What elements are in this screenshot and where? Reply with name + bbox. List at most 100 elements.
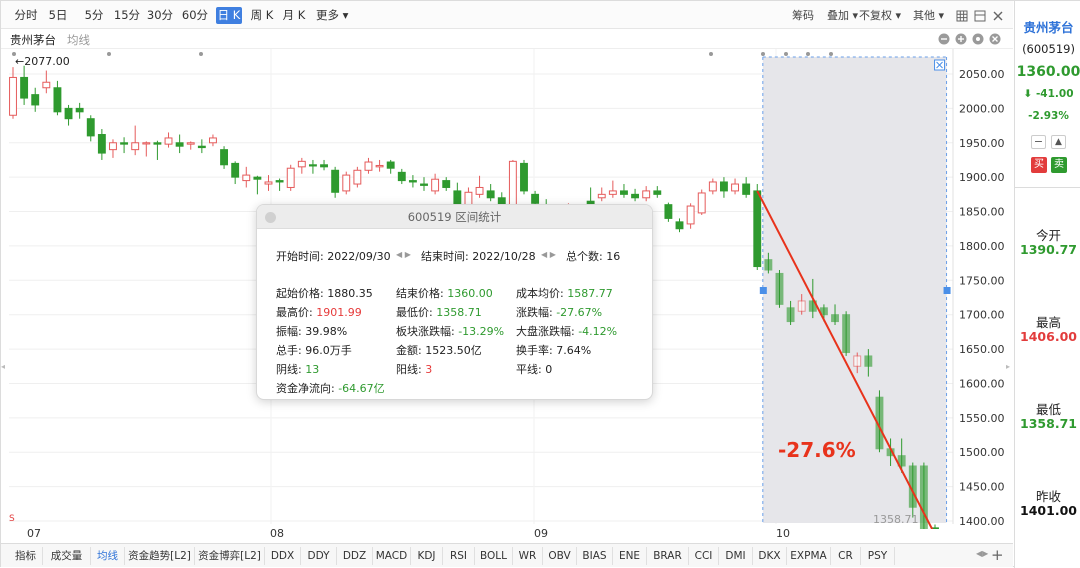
candle-74 — [831, 314, 839, 323]
period-tab-7[interactable]: 周 K — [249, 7, 275, 24]
stat-cell-0-1: 结束价格: 1360.00 — [396, 287, 493, 300]
candle-41 — [464, 191, 473, 206]
other-dropdown[interactable]: 其他 ▾ — [913, 7, 944, 23]
period-tab-1[interactable]: 5日 — [45, 7, 71, 24]
sell-button[interactable]: 卖 — [1051, 157, 1067, 173]
candle-56 — [631, 193, 640, 199]
indicator-tab-16[interactable]: BRAR — [647, 547, 689, 565]
candle-63 — [708, 181, 717, 192]
stat-cell-2-0: 振幅: 39.98% — [276, 325, 348, 338]
candle-62 — [697, 192, 706, 214]
drop-annotation: -27.6% — [778, 438, 856, 462]
candle-69 — [775, 272, 784, 305]
indicator-tab-11[interactable]: BOLL — [475, 547, 513, 565]
indicator-tab-14[interactable]: BIAS — [577, 547, 613, 565]
tab-scroll-icon[interactable]: ◀▶ — [976, 549, 988, 558]
zoom-out-button[interactable]: − — [1031, 135, 1046, 149]
y-tick-6: 1750.00 — [959, 274, 1005, 287]
stat-cell-3-0: 总手: 96.0万手 — [276, 344, 352, 357]
period-tab-8[interactable]: 月 K — [281, 7, 307, 24]
candle-66 — [742, 183, 751, 195]
indicator-tab-15[interactable]: ENE — [613, 547, 647, 565]
period-tab-3[interactable]: 15分 — [113, 7, 141, 24]
dialog-close-button[interactable] — [265, 212, 276, 223]
candle-22 — [253, 176, 262, 180]
candle-31 — [353, 169, 362, 185]
marker-dot-2 — [199, 52, 203, 56]
prev-close-value: 1401.00 — [1020, 503, 1077, 518]
end-stepper-icon[interactable]: ◀ ▶ — [541, 248, 556, 261]
period-tab-4[interactable]: 30分 — [146, 7, 174, 24]
candle-43 — [486, 190, 495, 199]
stat-cell-0-0: 起始价格: 1880.35 — [276, 287, 373, 300]
indicator-tab-10[interactable]: RSI — [443, 547, 475, 565]
stat-cell-1-2: 涨跌幅: -27.67% — [516, 306, 603, 319]
indicator-tab-17[interactable]: CCI — [689, 547, 719, 565]
start-stepper-icon[interactable]: ◀ ▶ — [396, 248, 411, 261]
period-tab-6[interactable]: 日 K — [216, 7, 242, 24]
candle-37 — [420, 183, 428, 186]
selection-close-icon[interactable] — [934, 59, 946, 71]
chips-button[interactable]: 筹码 — [792, 7, 814, 23]
add-indicator-icon[interactable]: + — [991, 546, 1004, 564]
candle-17 — [197, 145, 206, 149]
candle-3 — [42, 81, 51, 89]
bell-icon[interactable]: ▲ — [1051, 135, 1066, 149]
indicator-tab-13[interactable]: OBV — [543, 547, 577, 565]
candle-19 — [220, 149, 229, 166]
low-value: 1358.71 — [1020, 416, 1077, 431]
indicator-tab-18[interactable]: DMI — [719, 547, 753, 565]
y-tick-1: 2000.00 — [959, 102, 1005, 115]
candle-24 — [275, 180, 284, 183]
candle-7 — [86, 118, 95, 137]
quote-sidebar: 贵州茅台 (600519) 1360.00 ⬇ -41.00 -2.93% − … — [1014, 1, 1080, 568]
app-window: 分时 5日 5分 15分 30分 60分日 K 周 K 月 K 更多 ▾ 筹码 叠加 ▾ 不复权… — [0, 0, 1080, 568]
x-tick-1: 08 — [270, 527, 284, 540]
candle-70 — [786, 307, 795, 323]
period-tab-0[interactable]: 分时 — [11, 7, 41, 24]
indicator-tab-0[interactable]: 指标 — [9, 547, 43, 565]
scroll-right-icon: ▸ — [1006, 362, 1010, 371]
indicator-tab-7[interactable]: DDZ — [337, 547, 373, 565]
grid-icon[interactable] — [956, 10, 968, 22]
marker-dot-3 — [709, 52, 713, 56]
ma-indicator-label[interactable]: 均线 — [67, 32, 90, 48]
stat-cell-4-0: 阴线: 13 — [276, 363, 320, 376]
stat-cell-2-1: 板块涨跌幅: -13.29% — [396, 325, 505, 338]
candle-76 — [853, 355, 862, 367]
candle-45 — [508, 160, 517, 206]
adjust-dropdown[interactable]: 不复权 ▾ — [859, 7, 901, 23]
candle-58 — [653, 190, 662, 195]
candle-30 — [342, 174, 351, 192]
indicator-tab-5[interactable]: DDX — [265, 547, 301, 565]
indicator-tab-2[interactable]: 均线 — [91, 547, 125, 565]
candle-65 — [731, 183, 739, 192]
indicator-tab-19[interactable]: DKX — [753, 547, 787, 565]
indicator-tab-20[interactable]: EXPMA — [787, 547, 831, 565]
candle-55 — [620, 190, 628, 195]
indicator-tab-21[interactable]: CR — [831, 547, 861, 565]
period-tab-9[interactable]: 更多 ▾ — [316, 7, 348, 24]
indicator-tab-1[interactable]: 成交量 — [43, 547, 91, 565]
layout-icon[interactable] — [974, 10, 986, 22]
y-tick-12: 1450.00 — [959, 481, 1005, 494]
stat-cell-3-2: 换手率: 7.64% — [516, 344, 592, 357]
indicator-tab-4[interactable]: 资金博弈[L2] — [195, 547, 265, 565]
indicator-tab-8[interactable]: MACD — [373, 547, 411, 565]
period-tab-5[interactable]: 60分 — [181, 7, 209, 24]
indicator-tab-3[interactable]: 资金趋势[L2] — [125, 547, 195, 565]
stat-cell-1-0: 最高价: 1901.99 — [276, 306, 362, 319]
candle-54 — [608, 190, 617, 195]
stat-cell-4-2: 平线: 0 — [516, 363, 553, 376]
close-icon[interactable] — [992, 10, 1004, 22]
candle-33 — [375, 164, 384, 168]
dialog-title: 600519 区间统计 — [257, 205, 652, 229]
indicator-tab-22[interactable]: PSY — [861, 547, 895, 565]
indicator-tab-12[interactable]: WR — [513, 547, 543, 565]
candle-60 — [675, 221, 684, 230]
buy-button[interactable]: 买 — [1031, 157, 1047, 173]
indicator-tab-6[interactable]: DDY — [301, 547, 337, 565]
period-tab-2[interactable]: 5分 — [83, 7, 105, 24]
indicator-tab-9[interactable]: KDJ — [411, 547, 443, 565]
overlay-dropdown[interactable]: 叠加 ▾ — [827, 7, 858, 23]
